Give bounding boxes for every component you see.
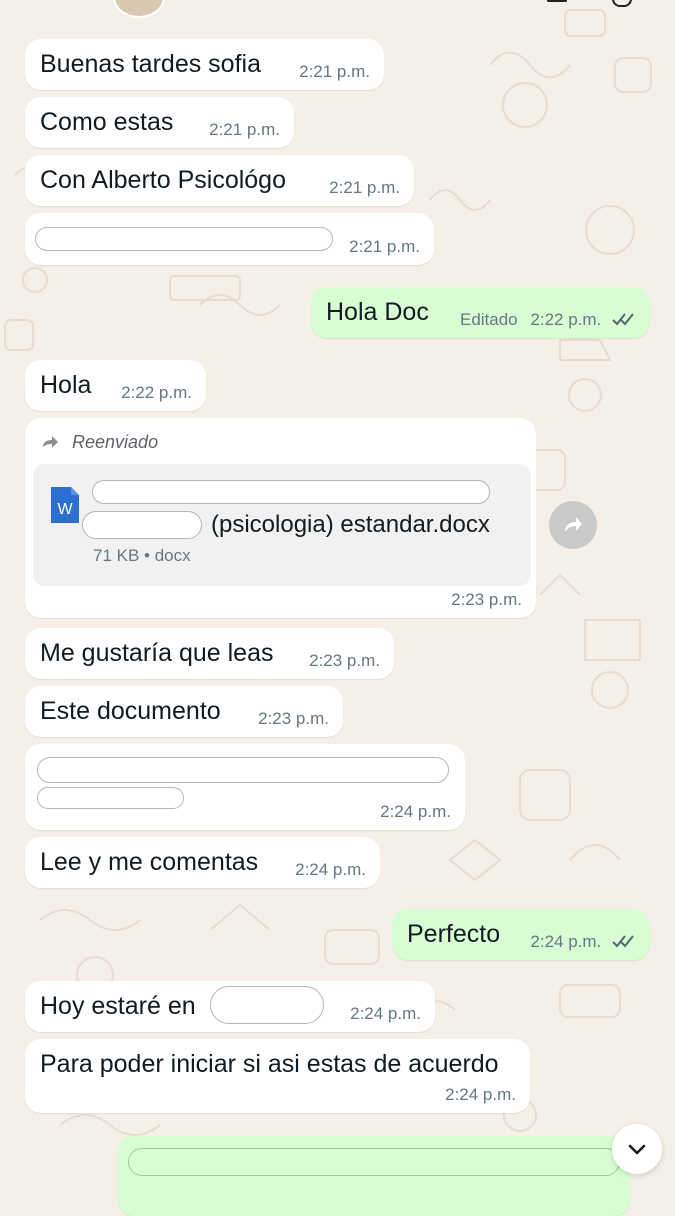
- document-card[interactable]: W (psicologia) estandar.docx 71 KB • doc…: [33, 464, 531, 586]
- message-text-1: Buenas tardes sofia: [40, 50, 261, 78]
- share-button[interactable]: [549, 501, 597, 549]
- redacted-text-line-2: [37, 787, 184, 809]
- forward-arrow-icon: [41, 433, 59, 448]
- message-text-2: Como estas: [40, 108, 174, 136]
- edited-label: Editado: [459, 310, 518, 329]
- redacted-location: [210, 986, 324, 1024]
- forwarded-label-row: Reenviado: [41, 432, 158, 453]
- message-bubble-11: Lee y me comentas 2:24 p.m.: [25, 837, 380, 888]
- message-text-3: Con Alberto Psicológo: [40, 166, 286, 194]
- message-text-14: Para poder iniciar si asi estas de acuer…: [40, 1050, 499, 1078]
- message-time-11: 2:24 p.m.: [295, 860, 366, 879]
- message-bubble-5: Hola Doc Editado 2:22 p.m.: [311, 287, 650, 338]
- message-bubble-10: 2:24 p.m.: [25, 744, 465, 830]
- chevron-down-icon: [628, 1144, 646, 1155]
- message-text-9: Este documento: [40, 697, 221, 725]
- redacted-file-name-top: [92, 480, 490, 504]
- redacted-file-name-left: [82, 511, 202, 539]
- forwarded-document-bubble: Reenviado W (psicologia) estandar.docx 7…: [25, 418, 536, 618]
- redacted-outgoing-text: [128, 1148, 620, 1176]
- chat-thread: Buenas tardes sofia 2:21 p.m. Como estas…: [0, 0, 675, 1216]
- message-bubble-2: Como estas 2:21 p.m.: [25, 97, 294, 148]
- share-icon: [565, 517, 582, 532]
- double-check-icon: [612, 934, 636, 948]
- message-text-5: Hola Doc: [326, 298, 429, 326]
- message-time-2: 2:21 p.m.: [209, 120, 280, 139]
- document-file-name: (psicologia) estandar.docx: [211, 511, 490, 538]
- message-time-9: 2:23 p.m.: [258, 709, 329, 728]
- message-text-12: Perfecto: [407, 920, 501, 948]
- word-letter: W: [57, 501, 73, 518]
- word-document-icon: W: [49, 485, 81, 525]
- message-bubble-4: 2:21 p.m.: [25, 213, 434, 265]
- message-text-11: Lee y me comentas: [40, 848, 259, 876]
- forwarded-label: Reenviado: [72, 432, 159, 452]
- message-time-4: 2:21 p.m.: [349, 237, 420, 256]
- message-bubble-6: Hola 2:22 p.m.: [25, 360, 206, 411]
- message-time-5: Editado 2:22 p.m.: [460, 310, 636, 330]
- message-time-8: 2:23 p.m.: [309, 651, 380, 670]
- message-text-6: Hola: [40, 371, 92, 399]
- redacted-text-line-1: [37, 757, 449, 783]
- message-time-6: 2:22 p.m.: [121, 383, 192, 402]
- message-bubble-9: Este documento 2:23 p.m.: [25, 686, 343, 737]
- message-time-3: 2:21 p.m.: [329, 178, 400, 197]
- message-time-13: 2:24 p.m.: [350, 1004, 421, 1023]
- message-time-14: 2:24 p.m.: [445, 1085, 516, 1104]
- message-time-7: 2:23 p.m.: [451, 590, 522, 609]
- message-time-12: 2:24 p.m.: [530, 932, 636, 952]
- message-time-1: 2:21 p.m.: [299, 62, 370, 81]
- message-bubble-13: Hoy estaré en 2:24 p.m.: [25, 981, 435, 1032]
- message-bubble-partial: [118, 1136, 630, 1216]
- message-bubble-8: Me gustaría que leas 2:23 p.m.: [25, 628, 394, 679]
- message-time-5-value: 2:22 p.m.: [530, 310, 602, 329]
- message-time-12-value: 2:24 p.m.: [530, 932, 602, 951]
- message-bubble-1: Buenas tardes sofia 2:21 p.m.: [25, 39, 384, 90]
- message-bubble-12: Perfecto 2:24 p.m.: [392, 909, 650, 960]
- message-text-13: Hoy estaré en: [40, 992, 196, 1020]
- message-bubble-3: Con Alberto Psicológo 2:21 p.m.: [25, 155, 414, 206]
- redacted-text: [35, 227, 333, 251]
- message-bubble-14: Para poder iniciar si asi estas de acuer…: [25, 1039, 530, 1113]
- scroll-down-button[interactable]: [612, 1124, 662, 1174]
- double-check-icon: [612, 312, 636, 326]
- document-meta: 71 KB • docx: [93, 546, 191, 565]
- message-text-8: Me gustaría que leas: [40, 639, 274, 667]
- message-time-10: 2:24 p.m.: [380, 802, 451, 821]
